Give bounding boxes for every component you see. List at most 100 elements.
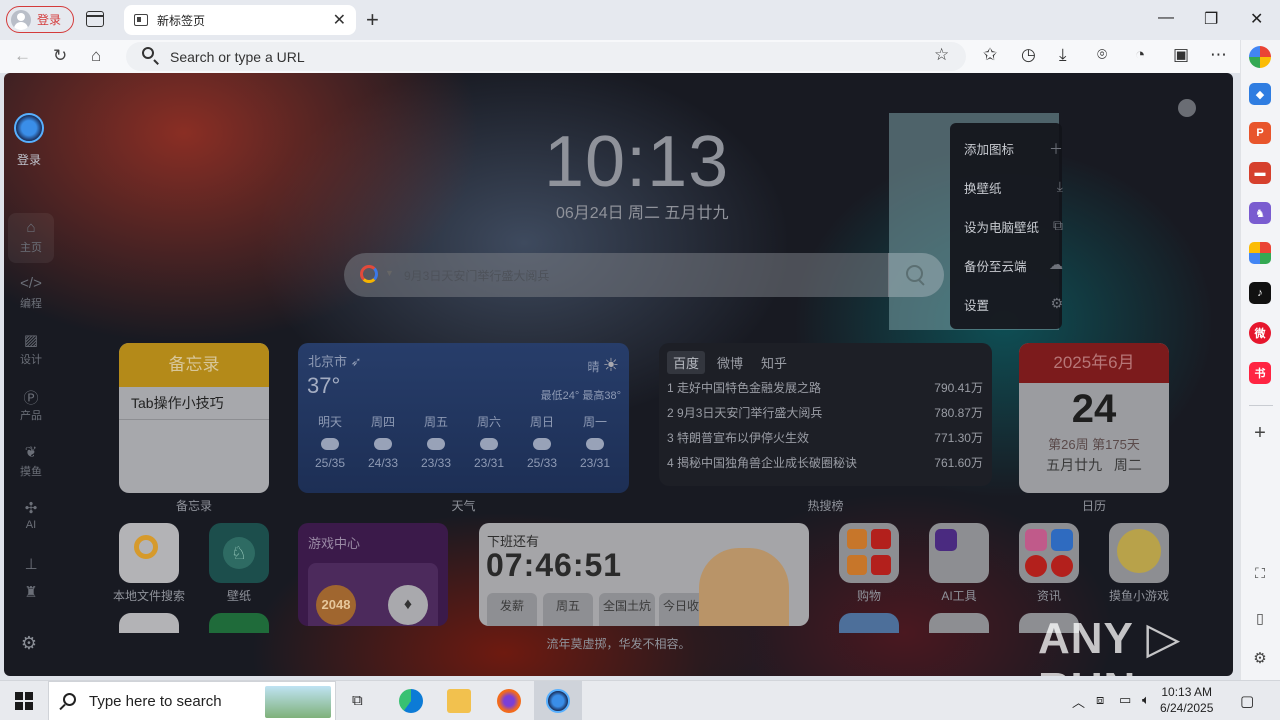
network-icon[interactable]: ▭ [1119, 692, 1131, 708]
tab-actions-icon[interactable] [86, 11, 104, 27]
app-tile[interactable] [209, 613, 269, 633]
login-label[interactable]: 登录 [4, 151, 54, 168]
split-screen-icon[interactable]: ▯ [1249, 607, 1271, 629]
taskbar-search[interactable]: Type here to search [48, 681, 336, 720]
offwork-countdown-widget[interactable]: 下班还有 07:46:51 发薪 周五 全国土炕 今日收入 [479, 523, 809, 626]
home-icon[interactable]: ⌂ [91, 46, 101, 66]
chevron-down-icon[interactable]: ▼ [385, 268, 394, 278]
menu-settings[interactable]: 设置 ⚙ [964, 295, 1063, 315]
browser-app-icon[interactable] [546, 689, 570, 713]
search-box[interactable]: ▼ 9月3日天安门举行盛大阅兵 [344, 253, 944, 297]
add-sidebar-app-icon[interactable]: + [1249, 422, 1271, 444]
list-item[interactable]: 3 特朗普宣布以伊停火生效 771.30万 [667, 429, 983, 446]
close-window-icon[interactable]: ✕ [1250, 9, 1263, 29]
nav-item-design[interactable]: ▨ 设计 [8, 325, 54, 375]
weather-condition: 晴 ☀ [587, 355, 620, 375]
windows-start-icon[interactable] [15, 692, 33, 710]
tag-icon[interactable]: ◆ [1249, 83, 1271, 105]
mini-games-tile[interactable] [1109, 523, 1169, 583]
theme-toggle-icon[interactable] [1178, 99, 1196, 117]
nav-item-home[interactable]: ⌂ 主页 [8, 213, 54, 263]
volume-icon[interactable]: 🔈︎ [1142, 692, 1150, 708]
weather-city: 北京市 ➶ [308, 354, 362, 369]
nav-item-product[interactable]: Ⓟ 产品 [8, 381, 54, 431]
profile-button[interactable]: 登录 [6, 6, 74, 33]
search-engine-icon[interactable] [360, 265, 378, 283]
xiaohongshu-icon[interactable]: 书 [1249, 362, 1271, 384]
chess-icon[interactable]: ♞ [1249, 202, 1271, 224]
nav-item-robot[interactable]: ♜ [8, 577, 54, 607]
more-menu-icon[interactable]: ⋯ [1210, 45, 1227, 65]
hot-label: 热搜榜 [807, 499, 844, 513]
copilot-icon[interactable] [1249, 46, 1271, 68]
back-icon[interactable]: ← [14, 46, 31, 66]
list-item[interactable]: 1 走好中国特色金融发展之路 790.41万 [667, 379, 983, 396]
favorites-icon[interactable]: ✩ [983, 45, 997, 65]
favorite-star-icon[interactable]: ☆ [934, 45, 949, 65]
tab-baidu[interactable]: 百度 [667, 351, 706, 374]
address-bar[interactable]: Search or type a URL [126, 42, 966, 71]
memo-item[interactable]: Tab操作小技巧 [119, 387, 269, 420]
app-tile[interactable] [929, 613, 989, 633]
game-center-widget[interactable]: 游戏中心 2048 ♦ [298, 523, 448, 626]
menu-set-desktop-wallpaper[interactable]: 设为电脑壁纸 ⧉ [964, 217, 1063, 237]
restore-icon[interactable]: ❐ [1204, 9, 1218, 29]
list-item[interactable]: 4 揭秘中国独角兽企业成长破圈秘诀 761.60万 [667, 454, 983, 471]
robot-icon: ♜ [24, 584, 38, 601]
apps-grid-icon[interactable] [1249, 242, 1271, 264]
payday-cell: 发薪 [487, 593, 537, 626]
app-tile[interactable] [119, 613, 179, 633]
menu-add-icon[interactable]: 添加图标 ＋ [964, 139, 1063, 159]
task-view-icon[interactable]: ⧉ [352, 692, 363, 709]
screenshot-icon[interactable]: ⌾ [1097, 45, 1107, 65]
nav-item-ai[interactable]: ✣ AI [8, 493, 54, 543]
game-2048[interactable]: 2048 [316, 585, 356, 625]
downloads-icon[interactable]: ⤓ [1059, 45, 1067, 65]
news-tile[interactable] [1019, 523, 1079, 583]
forecast-day: 周六 23/31 [473, 415, 505, 470]
list-item[interactable]: 2 9月3日天安门举行盛大阅兵 780.87万 [667, 404, 983, 421]
notification-icon[interactable]: ▢ [1240, 692, 1254, 710]
app-tile[interactable] [839, 613, 899, 633]
local-search-tile[interactable] [119, 523, 179, 583]
weather-widget[interactable]: 北京市 ➶ 37° 晴 ☀ 最低24° 最高38° 明天 25/35 周四 24/3… [298, 343, 629, 493]
dino-game-icon[interactable]: ♦ [388, 585, 428, 625]
title-bar: 登录 新标签页 ✕ + — ❐ ✕ [0, 0, 1280, 40]
menu-backup-cloud[interactable]: 备份至云端 ☁ [964, 256, 1063, 276]
tiktok-icon[interactable]: ♪ [1249, 282, 1271, 304]
firefox-icon[interactable] [497, 689, 521, 713]
refresh-icon[interactable]: ↻ [53, 46, 67, 66]
ai-tools-tile[interactable] [929, 523, 989, 583]
performance-icon[interactable]: ◔ [1135, 45, 1145, 65]
weibo-icon[interactable]: 微 [1249, 322, 1271, 344]
menu-change-wallpaper[interactable]: 换壁纸 ⤓ [964, 178, 1063, 198]
edge-taskbar-icon[interactable] [399, 689, 423, 713]
login-avatar[interactable] [14, 113, 44, 143]
new-tab-button[interactable]: + [366, 7, 379, 33]
nav-item-coding[interactable]: </> 编程 [8, 269, 54, 319]
wallet-icon[interactable]: ▣ [1173, 45, 1189, 65]
memo-widget[interactable]: 备忘录 Tab操作小技巧 [119, 343, 269, 493]
hide-sidebar-icon[interactable]: ⛶ [1249, 562, 1271, 584]
minimize-icon[interactable]: — [1158, 9, 1174, 27]
tray-device-icon[interactable]: ⧈ [1096, 692, 1104, 708]
tab-weibo[interactable]: 微博 [711, 351, 749, 374]
file-explorer-icon[interactable] [447, 689, 471, 713]
tray-chevron-up-icon[interactable]: ︿ [1072, 692, 1085, 711]
tab-new-tab[interactable]: 新标签页 ✕ [124, 5, 356, 35]
history-icon[interactable]: ◷ [1021, 45, 1036, 65]
system-clock[interactable]: 10:13 AM 6/24/2025 [1160, 684, 1213, 716]
nav-item-more[interactable]: ⊥ [8, 549, 54, 577]
nav-item-slack[interactable]: ❦ 摸鱼 [8, 437, 54, 487]
toolbox-icon[interactable]: ▬ [1249, 162, 1271, 184]
shopping-tile[interactable] [839, 523, 899, 583]
sidebar-settings-icon[interactable]: ⚙ [1249, 647, 1271, 669]
tab-zhihu[interactable]: 知乎 [755, 351, 793, 374]
search-icon [134, 535, 158, 559]
calendar-widget[interactable]: 2025年6月 24 第26周 第175天 五月廿九 周二 [1019, 343, 1169, 493]
close-tab-icon[interactable]: ✕ [333, 10, 346, 30]
wallpaper-tile[interactable]: ♘ [209, 523, 269, 583]
holiday-cell: 全国土炕 [599, 593, 655, 626]
search-icon [63, 693, 76, 706]
powerpoint-icon[interactable]: P [1249, 122, 1271, 144]
